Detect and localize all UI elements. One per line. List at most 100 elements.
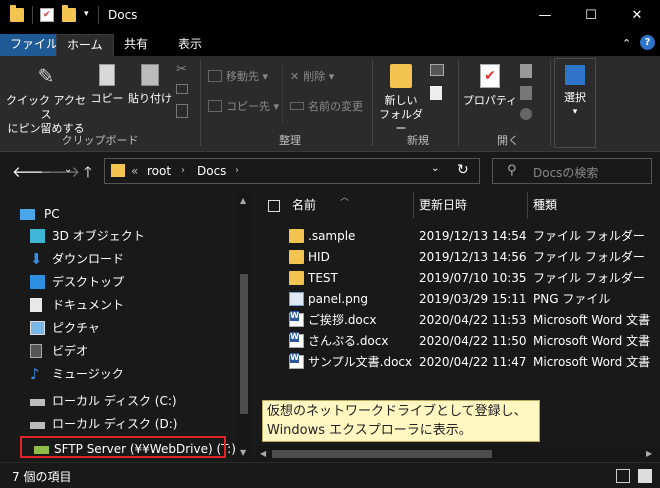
open-icon[interactable] <box>520 64 532 78</box>
address-segment-root[interactable]: root <box>147 164 171 178</box>
nav-item-music[interactable]: ♪ ミュージック <box>0 363 236 385</box>
search-input[interactable]: ⚲ Docsの検索 <box>492 158 652 184</box>
table-row[interactable]: panel.png 2019/03/29 15:11 PNG ファイル <box>256 289 660 310</box>
history-icon[interactable] <box>520 108 532 120</box>
nav-item-local-disk-c[interactable]: ローカル ディスク (C:) <box>0 390 236 412</box>
table-row[interactable]: TEST 2019/07/10 10:35 ファイル フォルダー <box>256 268 660 289</box>
pictures-icon <box>30 321 45 335</box>
word-icon <box>289 332 304 348</box>
scroll-left-icon[interactable]: ◀ <box>260 449 266 458</box>
cut-icon[interactable]: ✂ <box>176 62 187 77</box>
nav-item-label: PC <box>44 207 60 221</box>
paste-icon <box>141 64 159 86</box>
select-label: 選択 <box>564 91 586 104</box>
column-divider[interactable] <box>413 192 414 218</box>
delete-button[interactable]: ✕ 削除 ▾ <box>290 68 334 86</box>
tab-home[interactable]: ホーム <box>56 34 114 56</box>
move-to-button[interactable]: 移動先 ▾ <box>208 68 268 86</box>
overflow-chevron[interactable]: « <box>131 164 138 178</box>
folder-icon <box>111 164 125 177</box>
table-row[interactable]: ご挨拶.docx 2020/04/22 11:53 Microsoft Word… <box>256 310 660 331</box>
customize-qa-chevron-icon[interactable]: ▾ <box>84 9 89 19</box>
new-item-icon[interactable] <box>430 64 444 76</box>
pin-quick-access-button[interactable]: ✎ クイック アクセス にピン留めする <box>6 64 86 136</box>
forward-arrow-icon[interactable]: 🡒 <box>40 162 80 181</box>
minimize-button[interactable]: — <box>522 0 568 32</box>
file-type: Microsoft Word 文書 <box>533 313 651 327</box>
maximize-button[interactable]: ☐ <box>568 0 614 32</box>
scroll-right-icon[interactable]: ▶ <box>646 449 652 458</box>
rename-button[interactable]: 名前の変更 <box>290 98 363 116</box>
copy-path-icon[interactable] <box>176 84 188 94</box>
navigation-pane: PC 3D オブジェクト ⬇ ダウンロード デスクトップ ドキュメント ピクチャ… <box>0 190 254 462</box>
folder-icon <box>289 250 304 264</box>
breadcrumb-chevron-icon[interactable]: › <box>181 165 185 176</box>
nav-item-pc[interactable]: PC <box>0 203 236 225</box>
copy-to-button[interactable]: コピー先 ▾ <box>208 98 279 116</box>
address-bar[interactable]: « root › Docs › ⌄ ↻ <box>104 158 480 184</box>
nav-item-downloads[interactable]: ⬇ ダウンロード <box>0 248 236 270</box>
properties-button[interactable]: ✔ プロパティ <box>462 64 518 108</box>
properties-icon: ✔ <box>480 64 500 88</box>
copy-button[interactable]: コピー <box>90 64 124 106</box>
music-note-icon: ♪ <box>30 365 40 383</box>
new-folder-button[interactable]: 新しい フォルダー <box>376 64 426 136</box>
file-date: 2020/04/22 11:53 <box>419 313 527 327</box>
move-to-icon <box>208 70 222 82</box>
details-view-icon[interactable] <box>616 469 630 483</box>
nav-item-local-disk-d[interactable]: ローカル ディスク (D:) <box>0 413 236 435</box>
download-arrow-icon: ⬇ <box>30 250 43 268</box>
edit-icon[interactable] <box>520 86 532 100</box>
column-header-date[interactable]: 更新日時 <box>419 196 467 213</box>
select-all-checkbox[interactable] <box>268 200 280 212</box>
column-header-name[interactable]: 名前 <box>292 196 316 213</box>
help-icon[interactable]: ? <box>640 35 655 50</box>
nav-item-documents[interactable]: ドキュメント <box>0 294 236 316</box>
table-row[interactable]: サンプル文書.docx 2020/04/22 11:47 Microsoft W… <box>256 352 660 373</box>
properties-qa-icon[interactable]: ✔ <box>40 8 54 22</box>
paste-shortcut-icon[interactable] <box>176 104 188 118</box>
collapse-ribbon-icon[interactable]: ⌃ <box>622 37 631 50</box>
breadcrumb-chevron-icon[interactable]: › <box>235 165 239 176</box>
select-icon <box>565 65 585 85</box>
pc-icon <box>20 209 35 220</box>
file-date: 2019/07/10 10:35 <box>419 271 527 285</box>
scroll-up-icon[interactable]: ▲ <box>240 196 246 205</box>
up-arrow-icon[interactable]: 🡑 <box>84 162 92 187</box>
annotation-callout: 仮想のネットワークドライブとして登録し、 Windows エクスプローラに表示。 <box>262 400 540 442</box>
table-row[interactable]: .sample 2019/12/13 14:54 ファイル フォルダー <box>256 226 660 247</box>
new-folder-qa-icon[interactable] <box>62 5 76 22</box>
nav-item-videos[interactable]: ビデオ <box>0 340 236 362</box>
status-bar: 7 個の項目 <box>0 462 660 488</box>
nav-item-label: ピクチャ <box>52 321 100 335</box>
tab-view[interactable]: 表示 <box>168 34 212 56</box>
recent-locations-chevron-icon[interactable]: ⌄ <box>64 164 72 175</box>
table-row[interactable]: さんぷる.docx 2020/04/22 11:50 Microsoft Wor… <box>256 331 660 352</box>
table-row[interactable]: HID 2019/12/13 14:56 ファイル フォルダー <box>256 247 660 268</box>
image-icon <box>289 292 304 306</box>
easy-access-icon[interactable] <box>430 86 442 100</box>
scroll-down-icon[interactable]: ▼ <box>240 448 246 457</box>
nav-item-3d-objects[interactable]: 3D オブジェクト <box>0 225 236 247</box>
file-type: Microsoft Word 文書 <box>533 355 651 369</box>
close-button[interactable]: ✕ <box>614 0 660 32</box>
tab-share[interactable]: 共有 <box>114 34 158 56</box>
callout-line2: Windows エクスプローラに表示。 <box>267 423 472 438</box>
nav-scrollbar[interactable]: ▲ ▼ <box>236 190 252 462</box>
file-list-hscrollbar[interactable]: ◀ ▶ <box>256 446 660 462</box>
refresh-icon[interactable]: ↻ <box>457 162 469 178</box>
scrollbar-thumb[interactable] <box>272 450 492 458</box>
copy-to-label: コピー先 <box>226 100 270 113</box>
column-header-type[interactable]: 種類 <box>533 196 557 213</box>
large-icons-view-icon[interactable] <box>638 469 652 483</box>
column-divider[interactable] <box>527 192 528 218</box>
address-history-chevron-icon[interactable]: ⌄ <box>431 163 439 174</box>
video-icon <box>30 344 42 358</box>
select-chevron-icon: ▾ <box>572 107 578 117</box>
scrollbar-thumb[interactable] <box>240 274 248 414</box>
nav-item-pictures[interactable]: ピクチャ <box>0 317 236 339</box>
select-button[interactable]: 選択 ▾ <box>554 58 596 148</box>
nav-item-desktop[interactable]: デスクトップ <box>0 271 236 293</box>
address-segment-docs[interactable]: Docs <box>197 164 226 178</box>
paste-button[interactable]: 貼り付け <box>128 64 172 106</box>
